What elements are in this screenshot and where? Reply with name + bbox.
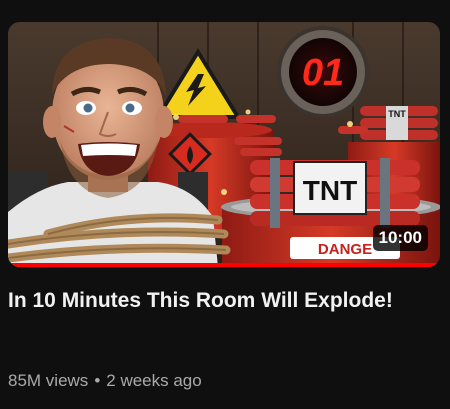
small-tnt-bundle: TNT [360, 106, 438, 140]
video-card[interactable]: 01 TNT DANGE TNT 10:00 In 10 Minutes Thi… [0, 0, 450, 409]
meta-separator: • [94, 371, 101, 390]
duration-badge: 10:00 [372, 225, 428, 251]
small-tnt-label: TNT [388, 109, 406, 119]
timer-digits: 01 [302, 52, 344, 94]
watch-progress-bar [8, 263, 440, 267]
video-title[interactable]: In 10 Minutes This Room Will Explode! [8, 286, 428, 316]
countdown-timer: 01 [277, 26, 369, 118]
video-thumbnail[interactable]: 01 TNT DANGE TNT 10:00 [8, 22, 440, 267]
upload-age: 2 weeks ago [106, 371, 202, 390]
video-metadata: 85M views • 2 weeks ago [8, 370, 202, 392]
tnt-label: TNT [303, 175, 357, 206]
view-count: 85M views [8, 371, 89, 390]
danger-label: DANGE [318, 241, 372, 258]
